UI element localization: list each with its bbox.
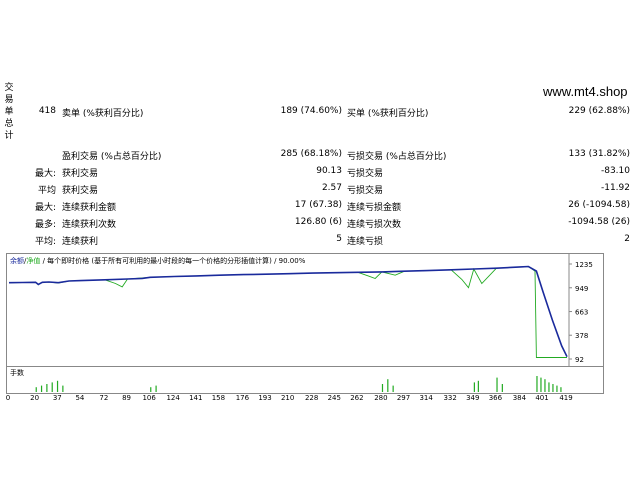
profit-trades-label: 盈利交易 (%占总百分比) [62,152,162,162]
short-trades-value: 189 (74.60%) [280,106,342,116]
side-label-char: 总 [4,119,14,129]
balance-line [8,265,568,358]
stat-left-value: 17 (67.38) [294,200,342,210]
x-tick-label: 193 [258,394,271,402]
loss-trades-label: 亏损交易 (%占总百分比) [347,152,447,162]
stat-right-label: 亏损交易 [347,169,384,179]
stat-right-value: 2 [624,234,630,244]
stat-prefix: 最多: [34,220,56,230]
volume-bar [381,384,384,392]
stat-prefix: 平均 [37,186,56,196]
side-label-char: 交 [4,83,14,93]
volume-chart [35,376,562,392]
y-tick-label: 663 [575,309,588,317]
x-tick-label: 280 [374,394,387,402]
x-tick-label: 176 [236,394,250,402]
stat-left-value: 5 [336,234,342,244]
x-tick-label: 262 [350,394,363,402]
x-tick-label: 332 [443,394,456,402]
equity-chart: 1235 949 663 378 92 [8,254,593,366]
stat-left-label: 连续获利金额 [62,203,117,213]
stat-left-label: 连续获利 [62,237,99,247]
stat-left-label: 获利交易 [62,169,99,179]
x-tick-label: 210 [281,394,294,402]
x-tick-label: 20 [30,394,39,402]
x-tick-label: 0 [6,394,10,402]
x-tick-label: 297 [397,394,410,402]
stat-right-label: 连续亏损 [347,237,384,247]
x-tick-label: 106 [142,394,156,402]
stat-right-value: 26 (-1094.58) [568,200,630,210]
stat-right-value: -1094.58 (26) [568,217,630,227]
x-tick-label: 349 [466,394,479,402]
stat-right-label: 亏损交易 [347,186,384,196]
x-tick-label: 72 [99,394,108,402]
volume-bar [501,384,503,392]
short-trades-label: 卖单 (%获利百分比) [62,109,144,119]
volume-bar [536,376,538,392]
stat-right-value: -83.10 [600,166,630,176]
stat-prefix: 平均: [34,237,56,247]
stat-right-label: 连续亏损金额 [347,203,402,213]
y-tick-label: 1235 [575,261,593,269]
volume-bar [473,382,475,392]
x-tick-label: 124 [166,394,180,402]
stat-prefix: 最大: [34,203,56,213]
x-tick-label: 401 [535,394,548,402]
x-tick-label: 366 [489,394,503,402]
y-tick-label: 92 [575,356,584,364]
stat-left-label: 获利交易 [62,186,99,196]
side-label-char: 计 [4,131,14,141]
loss-trades-value: 133 (31.82%) [568,149,630,159]
long-trades-label: 买单 (%获利百分比) [347,109,429,119]
x-tick-label: 245 [328,394,341,402]
equity-chart-panel: 余额/净值 / 每个即时价格 (基于所有可利用的最小时段的每一个价格的分形插值计… [6,253,604,367]
volume-bar [46,384,48,392]
y-tick-label: 949 [575,285,588,293]
volume-bar [552,384,554,392]
volume-bar [496,377,498,392]
volume-bar [540,377,542,392]
x-tick-label: 419 [559,394,572,402]
side-label-char: 单 [4,107,14,117]
volume-bar [56,380,59,392]
x-tick-label: 54 [75,394,84,402]
stat-left-label: 连续获利次数 [62,220,117,230]
stat-prefix: 最大: [34,169,56,179]
volume-bar [548,382,550,392]
y-tick-label: 378 [575,332,588,340]
volume-bar [477,380,479,392]
x-tick-label: 158 [212,394,225,402]
side-label-char: 易 [4,95,14,105]
watermark-text: www.mt4.shop [543,84,628,99]
stat-right-value: -11.92 [600,183,630,193]
profit-trades-value: 285 (68.18%) [280,149,342,159]
volume-panel: 手数 [6,366,604,394]
stat-left-value: 90.13 [316,166,342,176]
x-tick-label: 89 [122,394,131,402]
volume-bar [51,382,53,392]
x-tick-label: 384 [513,394,527,402]
x-tick-label: 314 [419,394,433,402]
stat-left-value: 126.80 (6) [294,217,342,227]
x-tick-label: 37 [53,394,62,402]
stat-right-label: 连续亏损次数 [347,220,402,230]
volume-bar [387,379,389,392]
long-trades-value: 229 (62.88%) [568,106,630,116]
x-tick-label: 141 [189,394,202,402]
side-label: 交 易 单 总 计 [4,82,14,142]
total-trades-value: 418 [38,106,56,116]
stat-left-value: 2.57 [321,183,342,193]
x-axis: 0 20 37 54 72 89 106 124 141 158 176 193 210 228 245 26… [6,394,573,402]
volume-bar [544,379,546,392]
x-tick-label: 228 [305,394,318,402]
